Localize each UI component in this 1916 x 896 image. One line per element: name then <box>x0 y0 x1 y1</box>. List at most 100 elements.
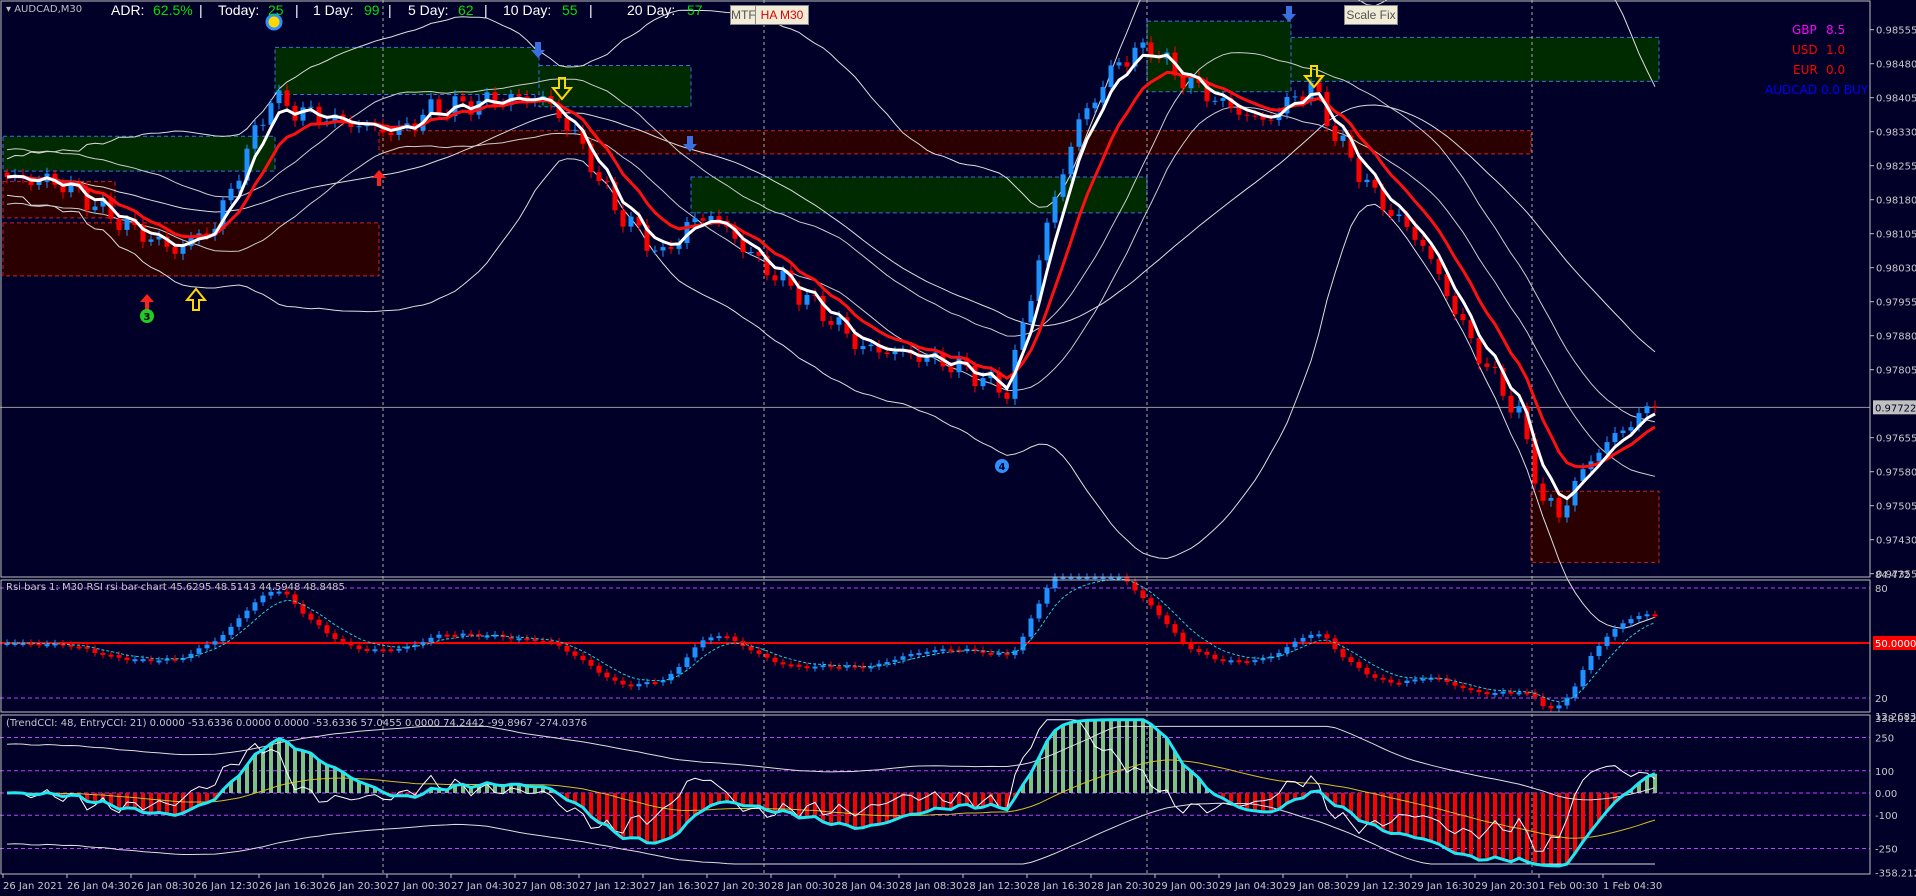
rsi-bar <box>1340 649 1346 658</box>
candle-body <box>836 317 842 325</box>
time-tick-label: 29 Jan 08:30 <box>1283 881 1346 892</box>
cci-histogram-bar <box>821 793 825 822</box>
rsi-bar <box>796 664 802 667</box>
cci-histogram-bar <box>1165 738 1169 793</box>
rsi-bar <box>1180 632 1186 642</box>
cci-histogram-bar <box>645 793 649 843</box>
candle-body <box>700 218 706 221</box>
separator: | <box>589 2 593 18</box>
cci-histogram-bar <box>1389 793 1393 834</box>
price-tick-label: 0.97580 <box>1876 468 1916 479</box>
rsi-bar <box>692 647 698 658</box>
rsi-bar <box>260 595 266 603</box>
candle-body <box>148 239 154 242</box>
time-tick-label: 26 Jan 2021 <box>3 881 63 892</box>
cci-histogram-bar <box>285 741 289 793</box>
rsi-bar <box>1604 636 1610 646</box>
cci-histogram-bar <box>885 793 889 823</box>
price-tick-label: 0.97505 <box>1876 502 1916 513</box>
cci-histogram-bar <box>1573 793 1577 854</box>
candle-body <box>1076 119 1082 147</box>
rsi-bar <box>708 637 714 641</box>
cci-histogram-bar <box>597 793 601 823</box>
candle-body <box>596 172 602 182</box>
candle-body <box>692 218 698 223</box>
rsi-bar <box>444 634 450 637</box>
candle-body <box>252 125 258 149</box>
rsi-bar <box>756 650 762 654</box>
rsi-bar <box>1476 689 1482 693</box>
candle-body <box>436 99 442 115</box>
adr-label: ADR: <box>111 2 145 18</box>
rsi-bar <box>44 644 50 647</box>
cci-histogram-bar <box>1125 719 1129 793</box>
mtf-button[interactable]: MTF <box>730 5 756 25</box>
candle-body <box>1004 392 1010 399</box>
symbol-title: ▾ AUDCAD,M30 <box>6 4 83 15</box>
rsi-bar <box>380 649 386 652</box>
rsi-bar <box>1356 662 1362 668</box>
ha-m30-button[interactable]: HA M30 <box>755 5 809 25</box>
rsi-bar <box>1452 681 1458 686</box>
price-tick-label: 0.98105 <box>1876 230 1916 241</box>
trading-chart[interactable]: 0.98555 0.98480 0.98405 0.98330 0.98255 0.981… <box>0 0 1916 896</box>
candle-body <box>828 320 834 325</box>
cci-histogram-bar <box>757 793 761 807</box>
cci-histogram-bar <box>1461 793 1465 855</box>
symbol-label: AUDCAD,M30 <box>14 4 83 15</box>
cci-histogram-bar <box>1413 793 1417 838</box>
candle-body <box>804 294 810 305</box>
cci-tick-label: 250 <box>1875 734 1894 745</box>
candle-body <box>948 366 954 373</box>
cci-histogram-bar <box>1365 793 1369 823</box>
candle-body <box>1564 505 1570 518</box>
candle-body <box>284 90 290 106</box>
price-tick-label: 0.97880 <box>1876 332 1916 343</box>
cci-histogram-bar <box>661 793 665 841</box>
cci-tick-label: 0.00 <box>1875 789 1897 800</box>
rsi-bar <box>1324 634 1330 639</box>
rsi-bar <box>996 652 1002 655</box>
sell-zone <box>1530 490 1660 563</box>
signal-text: AUDCAD 0.0 BUY <box>1765 83 1869 97</box>
day10-value: 55 <box>562 2 578 18</box>
candle-body <box>300 107 306 121</box>
candle-body <box>620 210 626 227</box>
rsi-bar <box>932 650 938 653</box>
rsi-bar <box>596 665 602 673</box>
rsi-bar <box>1492 693 1498 696</box>
rsi-bar <box>1364 667 1370 675</box>
rsi-bar <box>1292 641 1298 648</box>
time-tick-label: 28 Jan 04:30 <box>835 881 898 892</box>
rsi-bar <box>628 684 634 687</box>
cci-histogram-bar <box>133 793 137 809</box>
candle-body <box>116 218 122 230</box>
candle-body <box>124 218 130 230</box>
cci-histogram-bar <box>1341 793 1345 808</box>
rsi-bar <box>620 680 626 685</box>
candle-body <box>1236 107 1242 115</box>
rsi-bar <box>204 644 210 649</box>
candle-body <box>1052 196 1058 223</box>
gbp-label: GBP <box>1792 23 1817 37</box>
cci-histogram-bar <box>1549 793 1553 866</box>
scale-fix-button[interactable]: Scale Fix <box>1344 5 1398 25</box>
cci-histogram-bar <box>1269 793 1273 812</box>
time-tick-label: 29 Jan 20:30 <box>1475 881 1538 892</box>
separator: | <box>388 2 392 18</box>
rsi-bar <box>940 649 946 652</box>
day5-value: 62 <box>458 2 474 18</box>
rsi-bar <box>1300 637 1306 642</box>
time-tick-label: 26 Jan 12:30 <box>195 881 258 892</box>
rsi-bar <box>236 618 242 627</box>
candle-body <box>748 251 754 253</box>
cci-histogram-bar <box>1053 730 1057 793</box>
time-tick-label: 1 Feb 04:30 <box>1603 881 1662 892</box>
cci-histogram-bar <box>629 793 633 838</box>
rsi-bar <box>1044 588 1050 604</box>
cci-histogram-bar <box>1557 793 1561 866</box>
price-tick-label: 0.98405 <box>1876 94 1916 105</box>
price-tick-label: 0.97805 <box>1876 366 1916 377</box>
cci-histogram-bar <box>917 793 921 814</box>
candle-body <box>660 247 666 251</box>
